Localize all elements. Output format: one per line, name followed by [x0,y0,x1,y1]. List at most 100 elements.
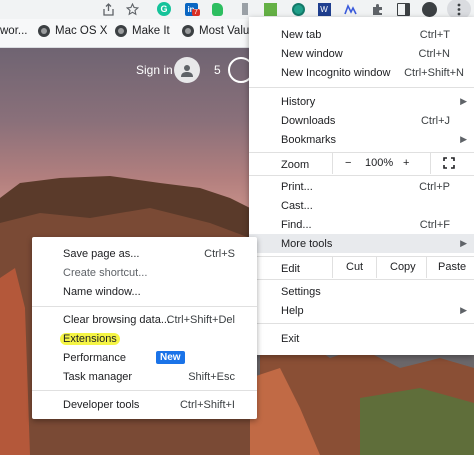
share-icon[interactable] [100,1,116,17]
submenu-item-save-page[interactable]: Save page as... Ctrl+S [32,245,257,263]
new-badge: New [156,351,185,364]
zoom-level: 100% [365,157,394,169]
submenu-item-developer-tools[interactable]: Developer tools Ctrl+Shift+I [32,396,257,414]
menu-item-new-incognito[interactable]: New Incognito window Ctrl+Shift+N [249,63,474,82]
menu-label: Find... [281,218,312,231]
linkedin-badge: 7 [192,9,200,16]
menu-divider [249,323,474,324]
submenu-item-create-shortcut[interactable]: Create shortcut... [32,264,257,282]
menu-item-downloads[interactable]: Downloads Ctrl+J [249,111,474,130]
chart-icon[interactable]: W [316,1,332,17]
zoom-controls: − 100% + [332,153,431,174]
menu-shortcut: Ctrl+P [419,180,450,193]
menu-label: New tab [281,28,322,41]
menu-divider [32,306,257,307]
paste-button[interactable]: Paste [426,257,474,278]
linkedin-icon[interactable]: in 7 [183,1,200,17]
fullscreen-button[interactable] [430,153,474,174]
menu-shortcut: Ctrl+J [420,114,450,127]
menu-label: Save page as... [63,248,140,260]
extension-icon[interactable] [237,1,253,17]
zoom-in-button[interactable]: + [403,157,409,169]
menu-item-exit[interactable]: Exit [249,329,474,348]
menu-shortcut: Shift+Esc [188,371,235,383]
bookmark-label: Mac OS X [55,25,108,37]
codepen-icon[interactable] [262,1,278,17]
menu-shortcut: Ctrl+Shift+I [179,399,235,411]
menu-shortcut: Ctrl+T [419,28,450,41]
sidebar-icon[interactable] [395,1,411,17]
chevron-right-icon: ▶ [460,96,467,106]
menu-label: New window [281,47,343,60]
chevron-right-icon: ▶ [460,238,467,248]
bookmark-label: Make It [132,25,170,37]
menu-item-new-tab[interactable]: New tab Ctrl+T [249,25,474,44]
globe-icon [115,25,127,37]
menu-label: New Incognito window [281,66,391,79]
menu-item-find[interactable]: Find... Ctrl+F [249,215,474,234]
copy-label: Copy [390,261,416,273]
submenu-item-name-window[interactable]: Name window... [32,283,257,301]
bookmark-item[interactable]: Most Valual [182,25,258,37]
reward-count: 5 [214,63,221,77]
submenu-item-extensions[interactable]: Extensions [32,330,257,348]
sign-in-link[interactable]: Sign in [136,63,173,77]
fullscreen-icon [443,157,455,169]
submenu-item-task-manager[interactable]: Task manager Shift+Esc [32,368,257,386]
bookmark-item[interactable]: Make It [115,25,170,37]
menu-label: Extensions [60,333,120,345]
menu-edit-row: Edit Cut Copy Paste [249,257,474,279]
evernote-icon[interactable] [209,1,225,17]
puzzle-icon[interactable] [369,1,385,17]
menu-divider [249,175,474,176]
menu-label: History [281,95,316,108]
menu-shortcut: Ctrl+Shift+N [404,66,464,79]
word-icon[interactable] [290,1,306,17]
menu-shortcut: Ctrl+Shift+Del [166,314,235,326]
paste-label: Paste [438,261,467,273]
avatar[interactable] [174,57,200,83]
wave-icon[interactable] [342,1,358,17]
chevron-right-icon: ▶ [460,305,467,315]
star-icon[interactable] [124,1,140,17]
menu-label: Developer tools [63,399,140,411]
menu-label: Create shortcut... [63,267,148,279]
menu-item-new-window[interactable]: New window Ctrl+N [249,44,474,63]
zoom-label: Zoom [281,158,310,171]
menu-label: Bookmarks [281,133,337,146]
menu-label: Cast... [281,199,313,212]
menu-divider [249,279,474,280]
edit-label: Edit [281,262,300,275]
chrome-main-menu: New tab Ctrl+T New window Ctrl+N New Incog… [249,17,474,355]
more-tools-submenu: Save page as... Ctrl+S Create shortcut...… [32,237,257,419]
menu-label: Task manager [63,371,133,383]
menu-item-print[interactable]: Print... Ctrl+P [249,177,474,196]
menu-label: Settings [281,285,321,298]
menu-item-bookmarks[interactable]: Bookmarks ▶ [249,130,474,149]
submenu-item-performance[interactable]: Performance New [32,349,257,367]
globe-icon [182,25,194,37]
bookmark-item[interactable]: Mac OS X [38,25,107,37]
bookmark-item[interactable]: wor... [0,25,27,37]
menu-item-more-tools[interactable]: More tools ▶ [249,234,474,253]
menu-zoom-row: Zoom − 100% + [249,153,474,175]
menu-item-settings[interactable]: Settings [249,282,474,301]
menu-label: Help [281,304,304,317]
menu-label: Downloads [281,114,336,127]
globe-icon [38,25,50,37]
profile-icon[interactable] [421,1,437,17]
menu-item-cast[interactable]: Cast... [249,196,474,215]
zoom-out-button[interactable]: − [345,157,351,169]
menu-divider [32,390,257,391]
menu-item-help[interactable]: Help ▶ [249,301,474,320]
chevron-right-icon: ▶ [460,134,467,144]
copy-button[interactable]: Copy [376,257,427,278]
menu-label: Print... [281,180,313,193]
bookmark-label: wor... [0,25,28,37]
menu-shortcut: Ctrl+S [204,248,235,260]
menu-label: Name window... [63,286,141,298]
grammarly-icon[interactable]: G [156,1,172,17]
submenu-item-clear-browsing-data[interactable]: Clear browsing data... Ctrl+Shift+Del [32,311,257,329]
menu-item-history[interactable]: History ▶ [249,92,474,111]
cut-button[interactable]: Cut [332,257,377,278]
